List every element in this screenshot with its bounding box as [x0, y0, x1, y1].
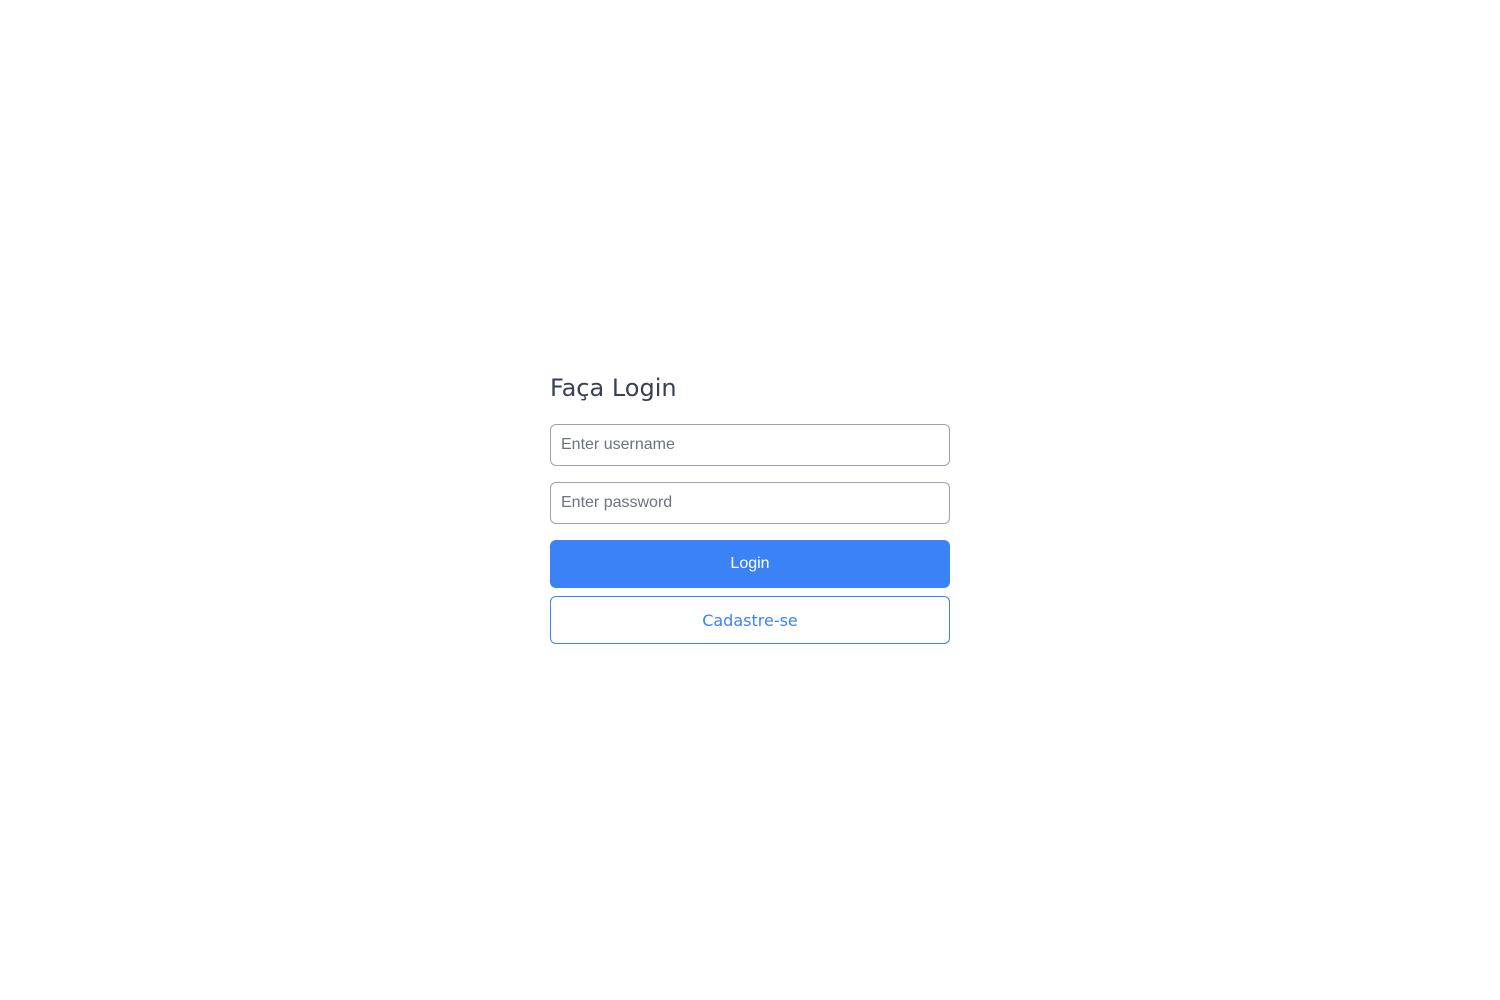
login-button[interactable]: Login	[550, 540, 950, 588]
username-input[interactable]	[550, 424, 950, 466]
password-input[interactable]	[550, 482, 950, 524]
register-button[interactable]: Cadastre-se	[550, 596, 950, 644]
login-form: Faça Login Login Cadastre-se	[550, 372, 950, 644]
login-title: Faça Login	[550, 372, 950, 404]
